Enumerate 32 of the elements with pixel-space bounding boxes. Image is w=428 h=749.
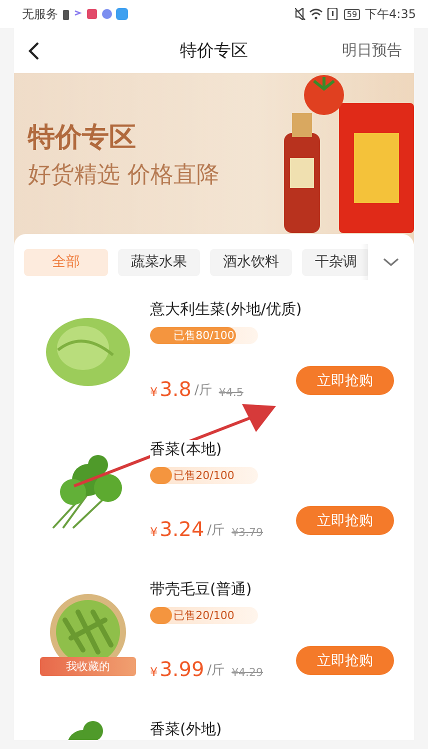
favorite-tag: 我收藏的 — [40, 657, 136, 676]
original-price: ¥3.79 — [232, 526, 264, 539]
original-price: ¥4.29 — [232, 666, 264, 679]
product-name: 意大利生菜(外地/优质) — [150, 300, 302, 319]
chevron-down-icon — [383, 258, 399, 266]
sold-count: 已售80/100 — [172, 328, 236, 344]
unit-text: /斤 — [207, 662, 225, 679]
clock-text: 下午4:35 — [365, 6, 416, 22]
page-title: 特价专区 — [180, 40, 248, 62]
back-icon — [28, 40, 40, 60]
product-name: 带壳毛豆(普通) — [150, 580, 252, 599]
category-tab[interactable]: 干杂调 — [302, 248, 370, 276]
preview-link[interactable]: 明日预告 — [342, 41, 402, 60]
product-name: 香菜(外地) — [150, 720, 222, 739]
category-tab[interactable]: 酒水饮料 — [210, 248, 292, 276]
carrier-text: 无服务 — [22, 6, 58, 22]
battery-level: 59 — [344, 8, 360, 20]
price-text: ¥3.99 — [150, 659, 204, 679]
app-icons-drawing — [74, 8, 128, 20]
price-text: ¥3.24 — [150, 519, 204, 539]
status-icons-drawing — [294, 8, 339, 20]
original-price: ¥4.5 — [218, 386, 244, 399]
banner-title: 特价专区 — [28, 121, 137, 155]
battery-icon — [63, 8, 69, 20]
banner-subtitle: 好货精选 价格直降 — [28, 161, 220, 190]
unit-text: /斤 — [207, 522, 225, 539]
unit-text: /斤 — [194, 382, 212, 399]
price-text: ¥3.8 — [150, 379, 192, 399]
category-tab[interactable]: 蔬菜水果 — [118, 248, 200, 276]
sold-count: 已售20/100 — [172, 468, 236, 484]
sold-count: 已售20/100 — [172, 608, 236, 624]
product-name: 香菜(本地) — [150, 440, 222, 459]
